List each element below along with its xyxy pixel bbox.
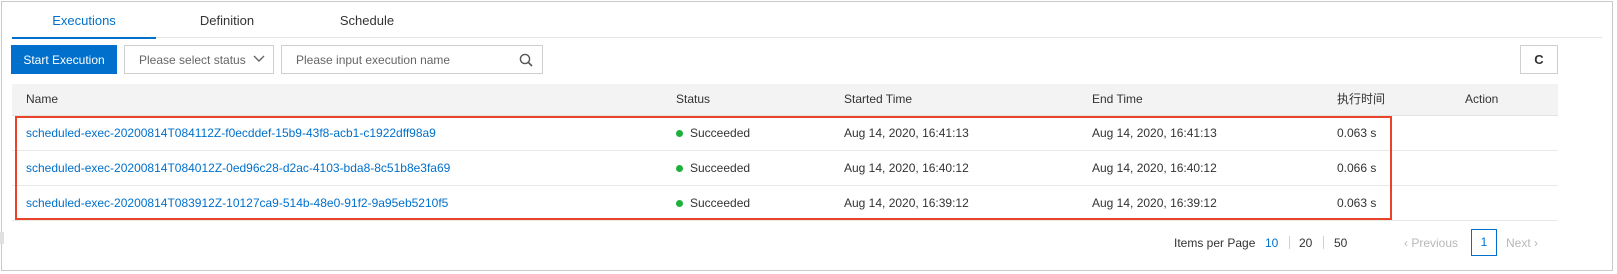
tab-bar: Executions Definition Schedule xyxy=(12,2,1602,39)
previous-page-label: Previous xyxy=(1411,236,1459,250)
items-per-page-label: Items per Page xyxy=(1174,236,1256,250)
current-page-button[interactable]: 1 xyxy=(1471,229,1497,256)
highlight-box xyxy=(15,116,1392,220)
column-header-action: Action xyxy=(1465,92,1499,106)
page-size-divider xyxy=(1323,236,1324,249)
column-header-duration[interactable]: 执行时间 xyxy=(1337,84,1385,115)
tab-definition[interactable]: Definition xyxy=(182,2,272,38)
column-header-end-time[interactable]: End Time xyxy=(1092,84,1143,115)
column-header-started-time[interactable]: Started Time xyxy=(844,84,912,115)
previous-page-button[interactable]: ‹ Previous xyxy=(1404,236,1458,250)
execution-search[interactable] xyxy=(281,45,543,74)
refresh-icon: C xyxy=(1534,52,1544,67)
column-header-status[interactable]: Status xyxy=(676,84,710,115)
next-page-label: Next xyxy=(1506,236,1531,250)
chevron-right-icon: › xyxy=(1534,236,1539,250)
page-size-divider xyxy=(1289,236,1290,249)
status-select-placeholder: Please select status xyxy=(139,53,246,67)
search-input[interactable] xyxy=(283,47,503,72)
next-page-button[interactable]: Next › xyxy=(1506,236,1538,250)
page-size-option[interactable]: 20 xyxy=(1299,236,1312,250)
tab-schedule[interactable]: Schedule xyxy=(322,2,412,38)
column-header-name[interactable]: Name xyxy=(26,84,58,115)
search-icon[interactable] xyxy=(519,53,533,67)
page-size-option[interactable]: 10 xyxy=(1265,236,1278,250)
chevron-left-icon: ‹ xyxy=(1404,236,1408,250)
status-select[interactable]: Please select status xyxy=(124,45,274,74)
scroll-edge xyxy=(0,232,4,244)
tab-executions[interactable]: Executions xyxy=(12,2,156,39)
table-header: Name Status Started Time End Time 执行时间 A… xyxy=(12,84,1558,116)
refresh-button[interactable]: C xyxy=(1520,45,1558,74)
page-size-option[interactable]: 50 xyxy=(1334,236,1347,250)
chevron-down-icon xyxy=(253,55,265,62)
execution-panel: Executions Definition Schedule Start Exe… xyxy=(1,1,1613,271)
start-execution-button[interactable]: Start Execution xyxy=(11,45,117,74)
